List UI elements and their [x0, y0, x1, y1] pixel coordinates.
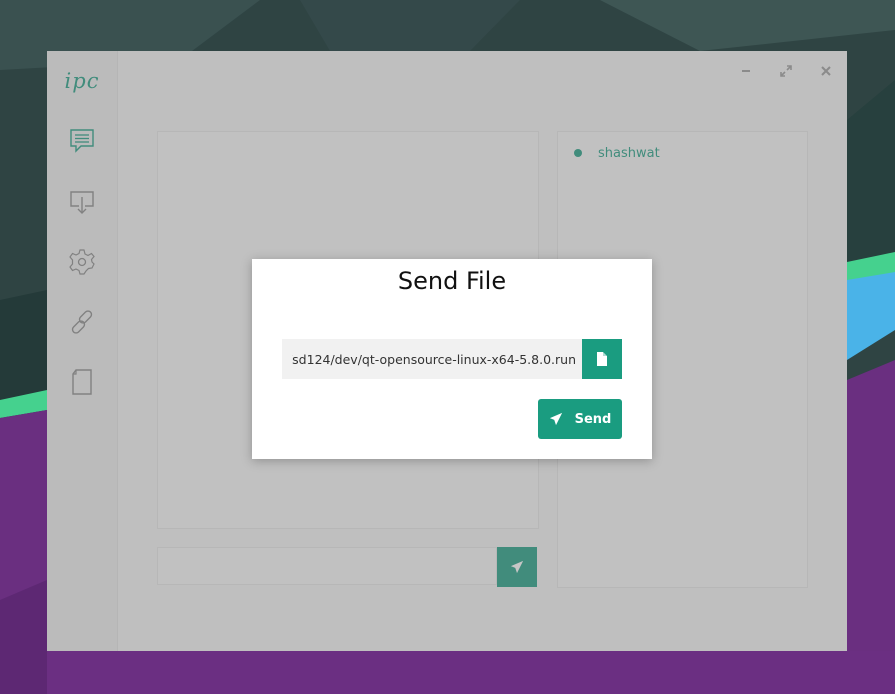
send-button[interactable]: Send [538, 399, 622, 439]
send-file-dialog: Send File Send [252, 259, 652, 459]
paper-plane-icon [549, 412, 562, 426]
file-path-input[interactable] [282, 339, 582, 379]
send-button-label: Send [574, 411, 612, 427]
browse-file-button[interactable] [582, 339, 622, 379]
dialog-title: Send File [397, 267, 507, 295]
file-icon [597, 352, 607, 366]
app-window: ipc shashwat Send File e/sd124/dev/qt-op… [47, 51, 847, 651]
